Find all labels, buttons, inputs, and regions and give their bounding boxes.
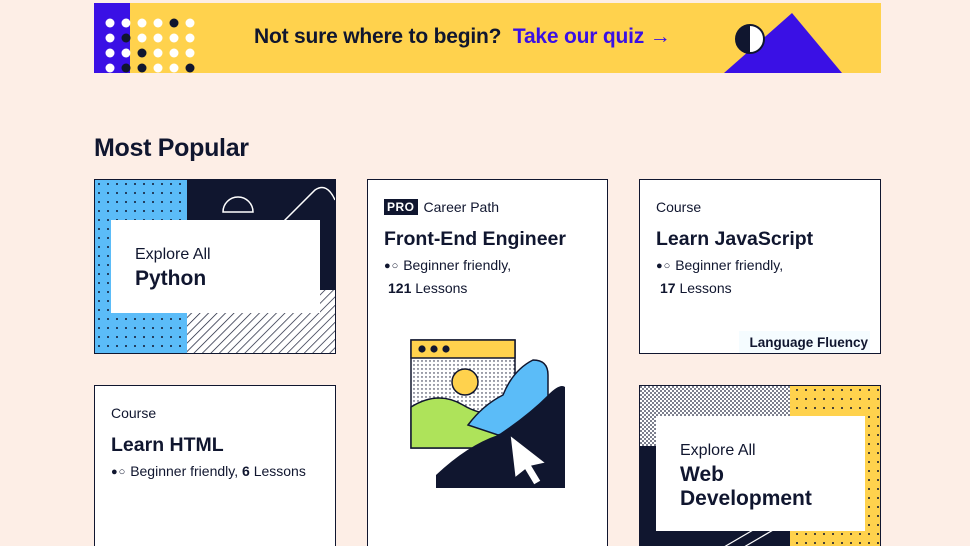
lessons-label: Lessons bbox=[253, 463, 306, 479]
career-path-kicker: PRO Career Path bbox=[384, 199, 499, 215]
learn-javascript-title: Learn JavaScript bbox=[656, 228, 814, 250]
section-title: Most Popular bbox=[94, 134, 249, 162]
web-dev-explore-box: Explore All Web Development bbox=[656, 416, 865, 531]
difficulty-line: ●○ Beginner friendly, bbox=[384, 257, 512, 273]
lessons-line: 121 Lessons bbox=[388, 280, 467, 296]
browser-window-illustration bbox=[410, 339, 565, 488]
difficulty-line: ●○ Beginner friendly, bbox=[656, 257, 784, 273]
lessons-label: Lessons bbox=[679, 280, 732, 296]
python-explore-box: Explore All Python bbox=[111, 220, 320, 313]
take-quiz-link[interactable]: Take our quiz → bbox=[513, 25, 671, 48]
difficulty-label: Beginner friendly bbox=[403, 257, 508, 273]
explore-web-development-card[interactable]: Explore All Web Development bbox=[639, 385, 881, 546]
banner-lead-text: Not sure where to begin? bbox=[254, 25, 502, 48]
lessons-count: 17 bbox=[660, 280, 676, 296]
difficulty-line: ●○ Beginner friendly, 6 Lessons bbox=[111, 463, 306, 479]
dot-pattern-illustration bbox=[94, 3, 204, 73]
learn-javascript-card[interactable]: Course Learn JavaScript ●○ Beginner frie… bbox=[639, 179, 881, 354]
front-end-engineer-card[interactable]: PRO Career Path Front-End Engineer ●○ Beg… bbox=[367, 179, 608, 546]
lessons-line: 17 Lessons bbox=[660, 280, 732, 296]
lessons-count: 6 bbox=[242, 463, 250, 479]
explore-python-card[interactable]: Explore All Python bbox=[94, 179, 336, 354]
triangle-illustration bbox=[724, 13, 842, 73]
web-development-title-line1: Web bbox=[680, 463, 724, 486]
course-kicker: Course bbox=[111, 405, 157, 421]
lessons-label: Lessons bbox=[415, 280, 468, 296]
difficulty-dots-icon: ●○ bbox=[656, 260, 672, 272]
difficulty-dots-icon: ●○ bbox=[111, 466, 127, 478]
explore-all-label: Explore All bbox=[680, 442, 756, 459]
course-kicker: Course bbox=[656, 199, 702, 215]
learn-html-card[interactable]: Course Learn HTML ●○ Beginner friendly, … bbox=[94, 385, 336, 546]
difficulty-label: Beginner friendly bbox=[675, 257, 780, 273]
language-fluency-badge: Language Fluency bbox=[739, 331, 870, 353]
explore-all-label: Explore All bbox=[135, 246, 211, 263]
learn-html-title: Learn HTML bbox=[111, 434, 224, 456]
lessons-count: 121 bbox=[388, 280, 412, 296]
quiz-banner[interactable]: Not sure where to begin? Take our quiz → bbox=[94, 3, 881, 73]
difficulty-label: Beginner friendly bbox=[130, 463, 235, 479]
front-end-engineer-title: Front-End Engineer bbox=[384, 228, 566, 250]
banner-text: Not sure where to begin? Take our quiz → bbox=[254, 25, 671, 49]
python-title: Python bbox=[135, 267, 207, 290]
pro-badge: PRO bbox=[384, 199, 418, 215]
web-development-title-line2: Development bbox=[680, 487, 812, 510]
difficulty-dots-icon: ●○ bbox=[384, 260, 400, 272]
career-path-label: Career Path bbox=[423, 199, 499, 215]
